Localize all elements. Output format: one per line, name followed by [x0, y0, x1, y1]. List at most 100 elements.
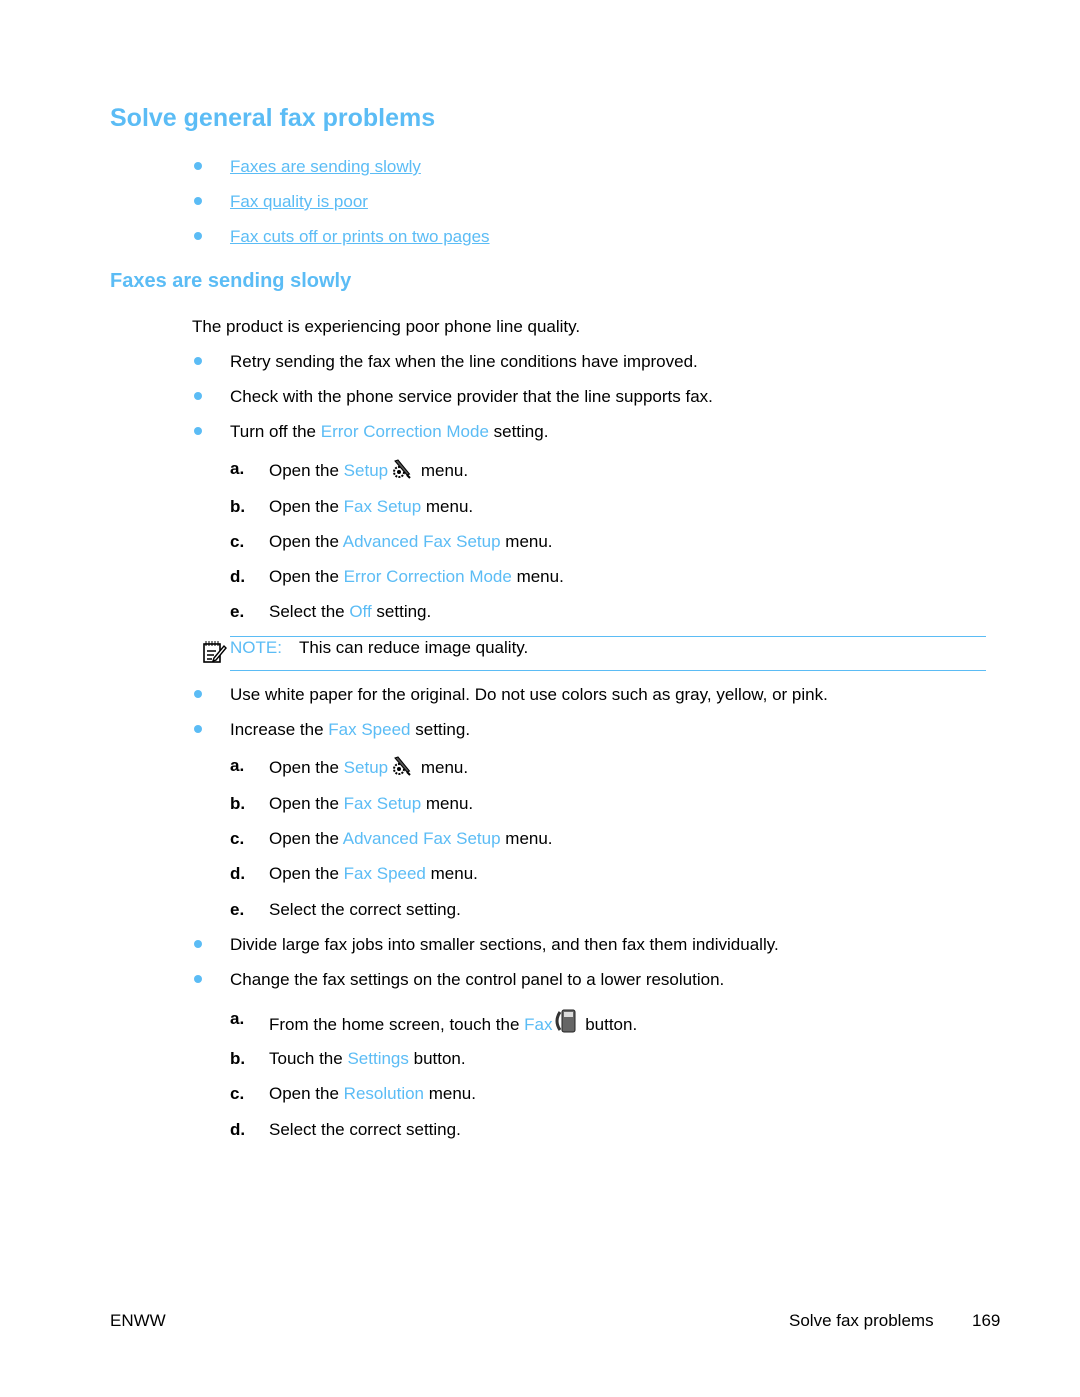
- bullet-icon: [192, 386, 202, 400]
- step-text: Open the Resolution menu.: [269, 1083, 476, 1105]
- text: Select the: [269, 602, 350, 621]
- text: Open the: [269, 1084, 344, 1103]
- text: Open the: [269, 461, 344, 480]
- bullet-icon: [192, 226, 202, 240]
- step-text: Open the Setup menu.: [269, 458, 468, 482]
- step-letter: e.: [230, 900, 245, 919]
- ui-term: Fax Setup: [343, 794, 422, 813]
- fax-phone-icon: [552, 1009, 580, 1034]
- ui-term: Advanced Fax Setup: [342, 829, 501, 848]
- setup-wrench-gear-icon: [388, 756, 416, 777]
- bullet-icon: [192, 156, 202, 170]
- bullet-icon: [192, 421, 202, 435]
- text: Increase the: [230, 720, 329, 739]
- step-letter: b.: [230, 1049, 246, 1068]
- text: Select the correct setting.: [269, 1120, 461, 1139]
- text: Select the correct setting.: [269, 900, 461, 919]
- text: menu.: [421, 497, 474, 516]
- bullet-icon: [192, 719, 202, 733]
- step-text: Open the Error Correction Mode menu.: [269, 566, 564, 588]
- toc-link-cuts-off[interactable]: Fax cuts off or prints on two pages: [230, 227, 490, 246]
- text: button.: [408, 1049, 466, 1068]
- ui-term-error-correction-mode: Error Correction Mode: [320, 422, 489, 441]
- intro-text: The product is experiencing poor phone l…: [192, 317, 581, 336]
- text: setting.: [488, 422, 549, 441]
- step-text: Open the Fax Setup menu.: [269, 496, 473, 518]
- text: menu.: [500, 829, 553, 848]
- step-letter: c.: [230, 1084, 245, 1103]
- step-letter: a.: [230, 756, 245, 775]
- text: Open the: [269, 864, 344, 883]
- note-bottom-rule: [230, 670, 986, 671]
- ui-term: Resolution: [343, 1084, 424, 1103]
- toc-link-sending-slowly[interactable]: Faxes are sending slowly: [230, 157, 421, 176]
- step-letter: c.: [230, 532, 245, 551]
- bullet-text: Retry sending the fax when the line cond…: [230, 352, 698, 371]
- step-letter: c.: [230, 829, 245, 848]
- note-label: NOTE:: [230, 638, 282, 657]
- ui-term: Setup: [343, 758, 389, 777]
- page-title: Solve general fax problems: [110, 104, 436, 132]
- bullet-text: Increase the Fax Speed setting.: [230, 719, 470, 741]
- bullet-icon: [192, 934, 202, 948]
- text: Open the: [269, 497, 344, 516]
- ui-term-fax-speed: Fax Speed: [328, 720, 411, 739]
- ui-term: Fax: [524, 1015, 553, 1034]
- text: menu.: [511, 567, 564, 586]
- text: Turn off the: [230, 422, 321, 441]
- text: setting.: [371, 602, 432, 621]
- note-text: This can reduce image quality.: [298, 638, 529, 657]
- step-text: Open the Fax Setup menu.: [269, 793, 473, 815]
- step-letter: b.: [230, 497, 246, 516]
- text: Open the: [269, 794, 344, 813]
- text: menu.: [421, 794, 474, 813]
- text: Open the: [269, 758, 344, 777]
- bullet-text: Check with the phone service provider th…: [230, 387, 713, 406]
- ui-term: Setup: [343, 461, 389, 480]
- step-letter: a.: [230, 1009, 245, 1028]
- ui-term: Error Correction Mode: [343, 567, 512, 586]
- footer-locale: ENWW: [110, 1311, 166, 1330]
- bullet-icon: [192, 191, 202, 205]
- text: button.: [580, 1015, 638, 1034]
- step-text: From the home screen, touch the Fax butt…: [269, 1008, 637, 1036]
- bullet-text: Turn off the Error Correction Mode setti…: [230, 421, 548, 443]
- footer-section: Solve fax problems: [789, 1311, 934, 1330]
- step-text: Select the Off setting.: [269, 601, 431, 623]
- step-text: Touch the Settings button.: [269, 1048, 466, 1070]
- ui-term: Fax Setup: [343, 497, 422, 516]
- step-letter: d.: [230, 864, 246, 883]
- step-text: Open the Fax Speed menu.: [269, 863, 478, 885]
- text: menu.: [424, 1084, 476, 1103]
- section-heading: Faxes are sending slowly: [110, 270, 352, 292]
- step-letter: e.: [230, 602, 245, 621]
- bullet-text: Use white paper for the original. Do not…: [230, 685, 828, 704]
- bullet-icon: [192, 351, 202, 365]
- text: Touch the: [269, 1049, 348, 1068]
- ui-term: Advanced Fax Setup: [342, 532, 501, 551]
- toc-link-quality-poor[interactable]: Fax quality is poor: [230, 192, 368, 211]
- note-pad-icon: [203, 641, 227, 663]
- step-text: Open the Advanced Fax Setup menu.: [269, 531, 553, 553]
- bullet-icon: [192, 684, 202, 698]
- text: Open the: [269, 567, 344, 586]
- note: NOTE: This can reduce image quality.: [230, 637, 528, 659]
- step-text: Open the Setup menu.: [269, 755, 468, 779]
- step-letter: a.: [230, 459, 245, 478]
- text: menu.: [416, 758, 469, 777]
- text: menu.: [416, 461, 469, 480]
- text: Open the: [269, 532, 343, 551]
- text: menu.: [500, 532, 553, 551]
- text: Open the: [269, 829, 343, 848]
- step-text: Select the correct setting.: [269, 899, 461, 921]
- text: menu.: [425, 864, 478, 883]
- step-letter: d.: [230, 567, 246, 586]
- step-letter: d.: [230, 1120, 246, 1139]
- step-text: Open the Advanced Fax Setup menu.: [269, 828, 553, 850]
- ui-term: Off: [349, 602, 372, 621]
- text: From the home screen, touch the: [269, 1015, 525, 1034]
- bullet-text: Divide large fax jobs into smaller secti…: [230, 935, 779, 954]
- ui-term: Fax Speed: [343, 864, 426, 883]
- bullet-text: Change the fax settings on the control p…: [230, 970, 725, 989]
- footer-page-number: 169: [972, 1311, 1001, 1330]
